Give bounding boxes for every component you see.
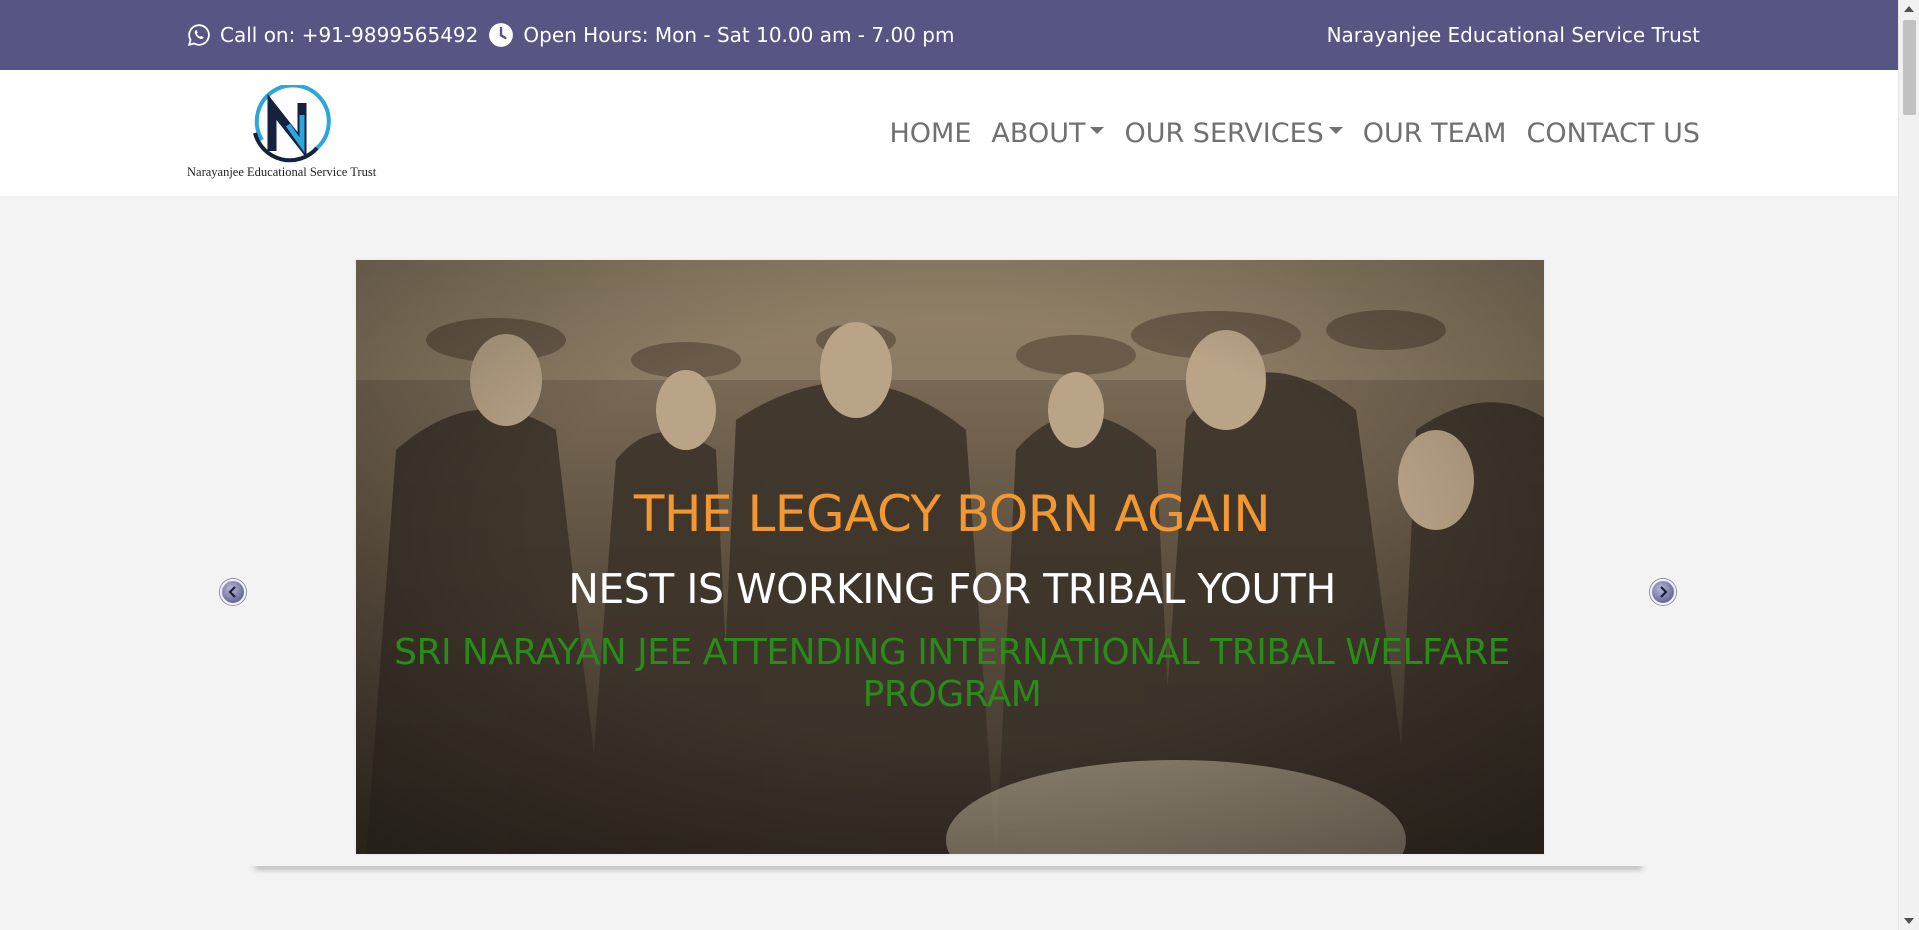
nav-contact-us[interactable]: CONTACT US — [1526, 118, 1700, 149]
slider-next-button[interactable] — [1650, 579, 1676, 605]
hours-info: Open Hours: Mon - Sat 10.00 am - 7.00 pm — [488, 22, 954, 48]
org-name: Narayanjee Educational Service Trust — [1326, 23, 1700, 47]
nav-contact-label: CONTACT US — [1526, 117, 1700, 149]
scrollbar-thumb[interactable] — [1903, 20, 1916, 115]
chevron-left-icon — [228, 586, 236, 598]
contact-info: Call on: +91-9899565492 Open Hours: Mon … — [187, 0, 964, 70]
main-navbar: Narayanjee Educational Service Trust HOM… — [0, 70, 1898, 196]
main-menu: HOME ABOUT OUR SERVICES OUR TEAM CONTACT… — [870, 70, 1701, 196]
phone-info[interactable]: Call on: +91-9899565492 — [187, 23, 478, 47]
caret-down-icon — [1328, 126, 1343, 134]
slider-shadow — [252, 856, 1645, 866]
hours-text: Open Hours: Mon - Sat 10.00 am - 7.00 pm — [523, 23, 955, 47]
nav-our-team[interactable]: OUR TEAM — [1363, 118, 1507, 149]
slider-prev-button[interactable] — [220, 579, 246, 605]
nav-our-services[interactable]: OUR SERVICES — [1124, 117, 1343, 149]
nav-team-label: OUR TEAM — [1362, 117, 1507, 149]
clock-icon — [489, 23, 514, 47]
nav-about[interactable]: ABOUT — [991, 117, 1105, 149]
hero-section: THE LEGACY BORN AGAIN NEST IS WORKING FO… — [0, 196, 1898, 930]
nav-home[interactable]: HOME — [890, 118, 972, 149]
nav-services-label: OUR SERVICES — [1124, 117, 1324, 149]
scroll-down-icon[interactable] — [1904, 918, 1914, 924]
slide-caption: THE LEGACY BORN AGAIN NEST IS WORKING FO… — [356, 260, 1544, 854]
site-logo[interactable]: Narayanjee Educational Service Trust — [187, 85, 397, 185]
whatsapp-icon — [187, 24, 210, 47]
slide-description: SRI NARAYAN JEE ATTENDING INTERNATIONAL … — [394, 632, 1510, 715]
phone-text[interactable]: Call on: +91-9899565492 — [220, 23, 478, 47]
top-info-bar: Call on: +91-9899565492 Open Hours: Mon … — [0, 0, 1898, 70]
page-scrollbar[interactable] — [1898, 0, 1919, 930]
hero-slide: THE LEGACY BORN AGAIN NEST IS WORKING FO… — [354, 258, 1546, 856]
logo-mark — [253, 85, 331, 163]
slide-subheading: NEST IS WORKING FOR TRIBAL YOUTH — [568, 565, 1336, 613]
scroll-up-icon[interactable] — [1904, 6, 1914, 12]
logo-caption: Narayanjee Educational Service Trust — [187, 165, 377, 179]
nav-home-label: HOME — [889, 117, 972, 149]
chevron-right-icon — [1660, 586, 1668, 598]
caret-down-icon — [1090, 126, 1105, 134]
nav-about-label: ABOUT — [991, 117, 1086, 149]
slide-heading: THE LEGACY BORN AGAIN — [633, 485, 1271, 543]
